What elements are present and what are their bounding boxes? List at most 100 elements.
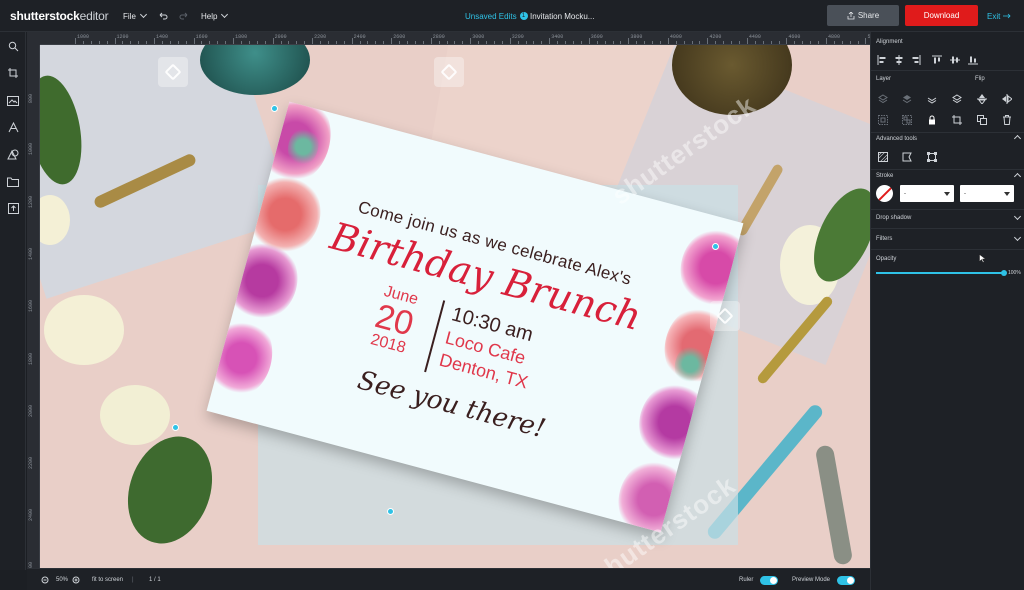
selection-handle[interactable] [387,508,394,515]
divider [871,132,1024,133]
tool-crop[interactable] [0,60,26,87]
ruler-tick [280,41,282,44]
trash-button[interactable] [1002,115,1012,125]
align-right-button[interactable] [911,55,921,65]
download-button[interactable]: Download [905,5,978,26]
ruler-tick [652,41,654,44]
ruler-tick [335,41,337,44]
zoom-out-button[interactable] [41,569,50,590]
stroke-width-select[interactable]: - [900,185,954,202]
ruler-tick [691,41,693,44]
ruler-tick [351,38,353,44]
selection-handle[interactable] [712,243,719,250]
ruler-tick [256,41,258,44]
chevron-up-icon[interactable] [1013,172,1022,181]
zoom-in-button[interactable] [72,569,81,590]
selection-handle[interactable] [271,105,278,112]
ungroup-button[interactable] [902,115,912,125]
ruler-tick [849,41,851,44]
event-date[interactable]: June 20 2018 [351,278,438,362]
ruler-toggle[interactable] [760,569,778,590]
selection-handle[interactable] [172,424,179,431]
undo-icon[interactable] [156,9,170,23]
align-middle-button[interactable] [950,55,960,65]
bottom-bar: 50% fit to screen | 1 / 1 Ruler Preview … [27,568,870,590]
ruler-tick [470,38,472,44]
ruler-tick [233,38,235,44]
tool-folder[interactable] [0,168,26,195]
unsaved-edits[interactable]: Unsaved Edits 1 [465,0,528,32]
align-bottom-button[interactable] [968,55,978,65]
advanced-tools-heading: Advanced tools [876,136,918,142]
ruler-tick [177,41,179,44]
mask-button[interactable] [902,152,912,162]
align-right-icon [912,55,921,65]
divider [871,169,1024,170]
duplicate-button[interactable] [977,115,987,125]
stroke-color-swatch[interactable] [876,185,893,202]
ruler-tick [683,41,685,44]
fit-to-screen-button[interactable]: fit to screen [92,569,123,590]
send-backward-icon [927,97,937,104]
ruler-tick [644,41,646,44]
chevron-up-icon[interactable] [1013,134,1022,143]
ruler-tick-label: 1800 [235,34,248,40]
text-icon [8,122,18,133]
ruler-tick [122,41,124,44]
crop-button[interactable] [952,115,962,125]
bring-forward-button[interactable] [878,94,888,104]
ruler-tick [731,41,733,44]
chevron-down-icon[interactable] [1013,233,1022,242]
chevron-down-icon[interactable] [1013,212,1022,221]
filters-heading[interactable]: Filters [876,236,892,242]
tool-image[interactable] [0,87,26,114]
stroke-style-select[interactable]: - [960,185,1014,202]
redo-icon[interactable] [177,9,191,23]
flip-heading: Flip [975,76,985,82]
flip-vertical-button[interactable] [977,94,987,104]
send-to-back-button[interactable] [952,94,962,104]
bottom-divider: | [132,577,134,583]
lock-button[interactable] [927,115,937,125]
drop-shadow-heading[interactable]: Drop shadow [876,215,911,221]
flip-horizontal-button[interactable] [1002,94,1012,104]
bring-to-front-button[interactable] [902,94,912,104]
ruler-tick [146,41,148,44]
ruler-tick-label: 3400 [551,34,564,40]
ruler-tick [557,41,559,44]
exit-button[interactable]: Exit [987,0,1011,32]
page-counter: 1 / 1 [149,577,161,583]
tool-search[interactable] [0,33,26,60]
share-button[interactable]: Share [827,5,899,26]
ruler-tick-label: 4200 [709,34,722,40]
ruler-tick [430,38,432,44]
opacity-slider[interactable] [876,270,1007,276]
ruler-tick [414,41,416,44]
texture-button[interactable] [878,152,888,162]
tool-upload[interactable] [0,195,26,222]
align-center-button[interactable] [894,55,904,65]
ruler-tick-label: 3000 [472,34,485,40]
tool-shapes[interactable] [0,141,26,168]
document-title[interactable]: Invitation Mocku... [530,0,594,32]
transform-icon [927,152,937,162]
send-backward-button[interactable] [927,94,937,104]
arrow-right-icon [1003,13,1011,19]
ruler-tick [833,41,835,44]
editor-app: shutterstockeditor File Help Unsaved Edi… [0,0,1024,590]
align-left-button[interactable] [877,55,887,65]
help-menu[interactable]: Help [201,0,229,32]
ruler-tick [825,38,827,44]
bring-forward-icon [878,94,888,104]
preview-mode-toggle[interactable] [837,569,855,590]
ruler-tick-label: 1800 [28,352,34,365]
group-button[interactable] [878,115,888,125]
design-canvas[interactable]: Come join us as we celebrate Alex's Birt… [40,45,870,568]
ruler-tick-label: 1000 [77,34,90,40]
file-menu[interactable]: File [123,0,147,32]
ruler-tick [715,41,717,44]
tool-text[interactable] [0,114,26,141]
transform-button[interactable] [927,152,937,162]
ruler-label: Ruler [739,577,754,583]
align-top-button[interactable] [932,55,942,65]
